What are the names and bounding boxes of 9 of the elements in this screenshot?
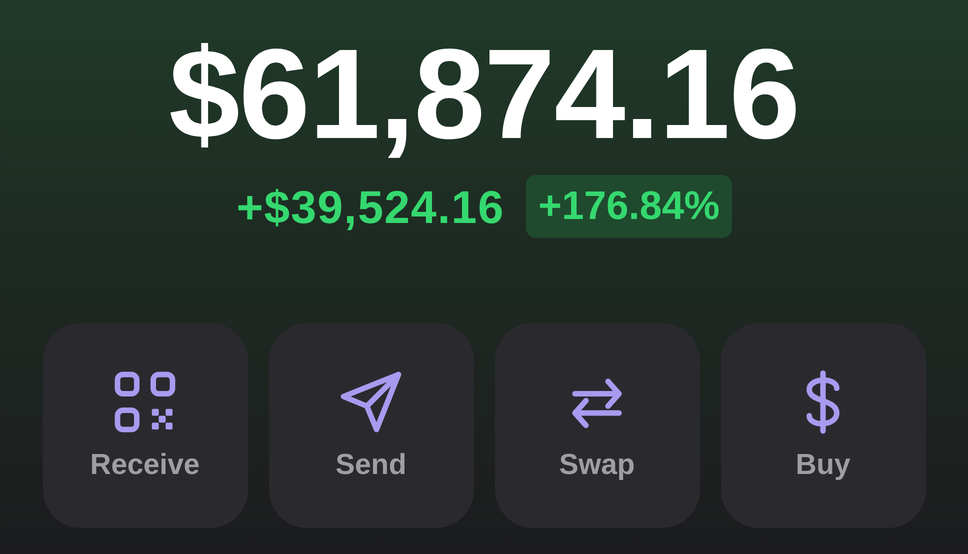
balance-amount: $61,874.16 <box>168 30 800 160</box>
percent-badge: +176.84% <box>526 175 732 238</box>
swap-button[interactable]: Swap <box>494 323 700 528</box>
send-button[interactable]: Send <box>268 323 474 528</box>
receive-button[interactable]: Receive <box>42 323 248 528</box>
buy-button[interactable]: Buy <box>720 323 926 528</box>
qr-code-icon <box>112 369 178 435</box>
change-amount: +$39,524.16 <box>236 180 504 234</box>
paper-plane-icon <box>338 369 404 435</box>
